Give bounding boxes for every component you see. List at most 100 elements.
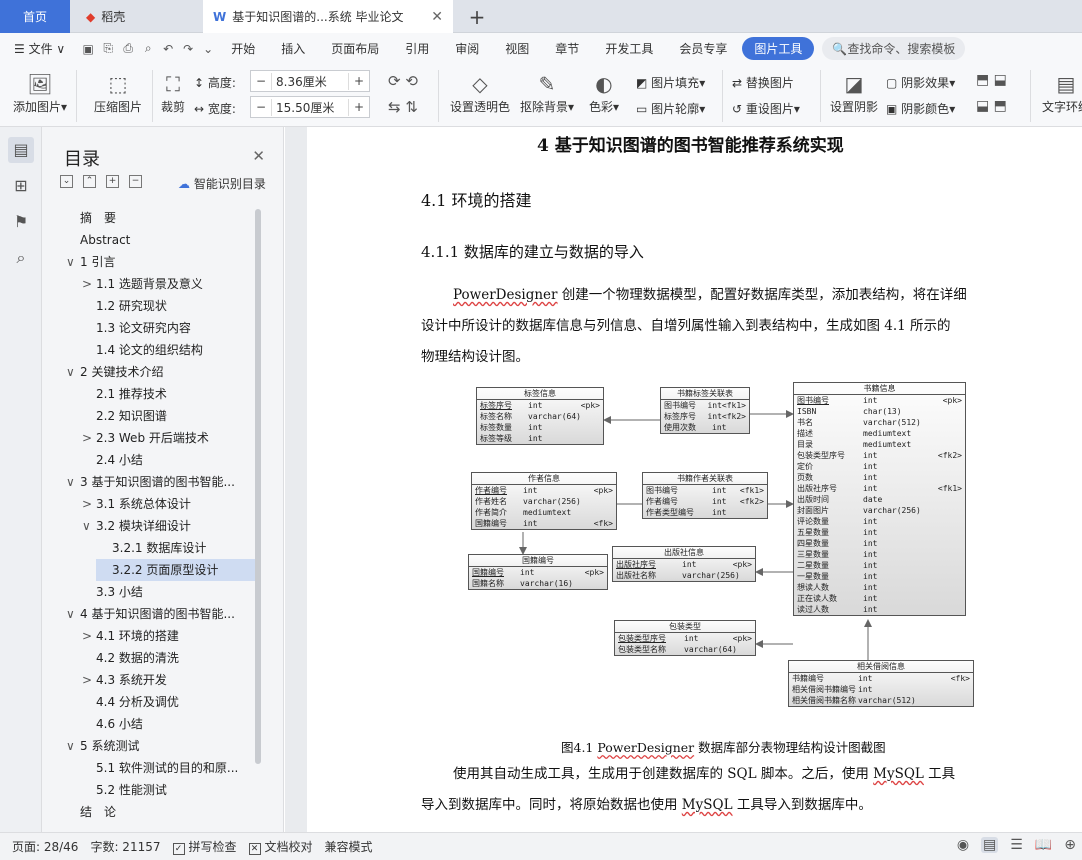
page-view-icon[interactable]: ▤ — [981, 837, 999, 853]
toc-panel-icon[interactable]: ▤ — [8, 137, 34, 163]
height-stepper[interactable]: −8.36厘米 + — [250, 70, 370, 92]
print-icon[interactable]: ⎙ — [118, 41, 138, 56]
page-count[interactable]: 页面: 28/46 — [12, 838, 78, 855]
toc-item[interactable]: 1.2 研究现状 — [80, 295, 256, 317]
menu-file[interactable]: ☰ 文件 ∨ — [0, 40, 78, 57]
toc-item[interactable]: 1.4 论文的组织结构 — [80, 339, 256, 361]
chevron-icon[interactable]: > — [82, 273, 96, 295]
menu-layout[interactable]: 页面布局 — [318, 40, 392, 57]
toc-item[interactable]: ∨ 3 基于知识图谱的图书智能... — [64, 471, 256, 493]
toc-item[interactable]: 3.2.1 数据库设计 — [96, 537, 256, 559]
image-outline-button[interactable]: ▭ 图片轮廓▾ — [636, 100, 705, 117]
chevron-icon[interactable]: ∨ — [66, 251, 80, 273]
outline-view-icon[interactable]: ☰ — [1010, 837, 1023, 853]
decrease-icon[interactable]: − — [251, 100, 271, 114]
toc-item[interactable]: ∨ 4 基于知识图谱的图书智能... — [64, 603, 256, 625]
tab-document[interactable]: W 基于知识图谱的...系统 毕业论文 ✕ — [203, 0, 453, 33]
toc-item[interactable]: 4.4 分析及调优 — [80, 691, 256, 713]
chevron-icon[interactable]: > — [82, 625, 96, 647]
more-icon[interactable]: ⌄ — [198, 42, 218, 56]
increase-icon[interactable]: + — [349, 100, 369, 114]
erd-entity-booktag[interactable]: 书籍标签关联表 图书编号 int <fk1> 标签序号 int <fk2> 使用次数 int — [660, 387, 750, 434]
close-icon[interactable]: ✕ — [431, 9, 443, 25]
erd-entity-tag[interactable]: 标签信息 标签序号 int <pk> 标签名称 varchar(64) 标签数量 int 标签等… — [476, 387, 604, 445]
toc-item[interactable]: 摘 要 — [64, 207, 256, 229]
menu-picture-tools[interactable]: 图片工具 — [742, 37, 815, 60]
toc-item[interactable]: >3.1 系统总体设计 — [80, 493, 256, 515]
tab-daoke[interactable]: ◆ 稻壳 — [72, 0, 200, 33]
chevron-icon[interactable]: ∨ — [66, 735, 80, 757]
toc-item[interactable]: 2.4 小结 — [80, 449, 256, 471]
toc-item[interactable]: ∨ 2 关键技术介绍 — [64, 361, 256, 383]
toc-item[interactable]: 1.3 论文研究内容 — [80, 317, 256, 339]
toc-item[interactable]: 3.2.2 页面原型设计 — [96, 559, 256, 581]
shadow-nudge-icon[interactable]: ⬒ ⬓ — [976, 72, 1007, 88]
proofread-button[interactable]: ✕ 文档校对 — [248, 838, 313, 855]
menu-reference[interactable]: 引用 — [392, 40, 442, 57]
bookmark-icon[interactable]: ⚑ — [8, 209, 34, 235]
menu-start[interactable]: 开始 — [218, 40, 268, 57]
web-view-icon[interactable]: ⊕ — [1064, 837, 1076, 853]
toc-item[interactable]: ∨ 3.2 模块详细设计 — [80, 515, 256, 537]
crop-button[interactable]: ⛶ 裁剪 — [158, 70, 188, 115]
eye-icon[interactable]: ◉ — [957, 837, 969, 853]
expand-all-icon[interactable]: ⌃ — [83, 175, 96, 188]
toc-item[interactable]: >1.1 选题背景及意义 — [80, 273, 256, 295]
decrease-icon[interactable]: − — [251, 74, 271, 88]
document-area[interactable]: 4 基于知识图谱的图书智能推荐系统实现 4.1 环境的搭建 4.1.1 数据库的… — [285, 127, 1082, 832]
erd-entity-book[interactable]: 书籍信息 图书编号 int <pk> ISBN char(13) 书名 varchar(512… — [793, 382, 966, 616]
toc-item[interactable]: >4.3 系统开发 — [80, 669, 256, 691]
erd-entity-publisher[interactable]: 出版社信息 出版社序号 int <pk> 出版社名称 varchar(256) — [612, 546, 756, 582]
compress-image-button[interactable]: ⬚ 压缩图片 — [90, 70, 146, 115]
flip-icon[interactable]: ⇆ ⇅ — [388, 98, 418, 116]
chevron-icon[interactable]: ∨ — [66, 361, 80, 383]
increase-icon[interactable]: + — [349, 74, 369, 88]
erd-diagram[interactable]: 标签信息 标签序号 int <pk> 标签名称 varchar(64) 标签数量 int 标签等… — [468, 382, 978, 718]
erd-entity-pack[interactable]: 包装类型 包装类型序号 int <pk> 包装类型名称 varchar(64) — [614, 620, 756, 656]
close-icon[interactable]: ✕ — [252, 147, 265, 165]
replace-image-button[interactable]: ⇄ 替换图片 — [732, 74, 794, 91]
toc-item[interactable]: ∨ 5 系统测试 — [64, 735, 256, 757]
menu-review[interactable]: 审阅 — [442, 40, 492, 57]
text-wrap-button[interactable]: ▤文字环绕 — [1036, 70, 1082, 115]
shadow-color-button[interactable]: ▣ 阴影颜色▾ — [886, 100, 955, 117]
chevron-icon[interactable]: ∨ — [66, 603, 80, 625]
chevron-icon[interactable]: > — [82, 493, 96, 515]
new-tab-button[interactable]: + — [462, 0, 492, 33]
erd-entity-related[interactable]: 相关借阅信息 书籍编号 int <fk> 相关借阅书籍编号 int 相关借阅书籍名称 varc… — [788, 660, 974, 707]
toc-item[interactable]: 2.2 知识图谱 — [80, 405, 256, 427]
search-icon[interactable]: ⌕ — [8, 245, 34, 271]
toc-item[interactable]: 5.1 软件测试的目的和原... — [80, 757, 256, 779]
shadow-nudge-icon[interactable]: ⬓ ⬒ — [976, 98, 1007, 114]
chevron-icon[interactable]: ∨ — [66, 471, 80, 493]
menu-insert[interactable]: 插入 — [268, 40, 318, 57]
command-search[interactable]: 🔍查找命令、搜索模板 — [822, 37, 966, 60]
rotate-icon[interactable]: ⟳ ⟲ — [388, 72, 418, 90]
menu-devtools[interactable]: 开发工具 — [592, 40, 666, 57]
toc-item[interactable]: >2.3 Web 开后端技术 — [80, 427, 256, 449]
color-button[interactable]: ◐ 色彩▾ — [584, 70, 624, 115]
menu-member[interactable]: 会员专享 — [666, 40, 740, 57]
save-icon[interactable]: ▣ — [78, 42, 98, 56]
width-stepper[interactable]: −15.50厘米 + — [250, 96, 370, 118]
smart-toc-button[interactable]: ☁ 智能识别目录 — [178, 175, 266, 192]
word-count[interactable]: 字数: 21157 — [90, 838, 160, 855]
erd-entity-nation[interactable]: 国籍编号 国籍编号 int <pk> 国籍名称 varchar(16) — [468, 554, 608, 590]
spell-check-button[interactable]: ✓ 拼写检查 — [172, 838, 237, 855]
toc-item[interactable]: 3.3 小结 — [80, 581, 256, 603]
toc-item[interactable]: ∨ 1 引言 — [64, 251, 256, 273]
add-image-button[interactable]: 🖼 添加图片▾ — [10, 70, 70, 115]
collapse-all-icon[interactable]: ⌄ — [60, 175, 73, 188]
chevron-icon[interactable]: ∨ — [82, 515, 96, 537]
toc-item[interactable]: Abstract — [64, 229, 256, 251]
menu-view[interactable]: 视图 — [492, 40, 542, 57]
remove-background-button[interactable]: ✎ 抠除背景▾ — [518, 70, 576, 115]
toc-item[interactable]: 4.2 数据的清洗 — [80, 647, 256, 669]
set-shadow-button[interactable]: ◪ 设置阴影 — [828, 70, 880, 115]
reset-image-button[interactable]: ↺ 重设图片▾ — [732, 100, 800, 117]
shadow-effect-button[interactable]: ▢ 阴影效果▾ — [886, 74, 955, 91]
export-icon[interactable]: ⎘ — [98, 41, 118, 56]
reading-view-icon[interactable]: 📖 — [1035, 837, 1052, 853]
set-transparency-button[interactable]: ◇ 设置透明色 — [448, 70, 512, 115]
erd-entity-bookauthor[interactable]: 书籍作者关联表 图书编号 int <fk1> 作者编号 int <fk2> 作者类型编号 int — [642, 472, 768, 519]
